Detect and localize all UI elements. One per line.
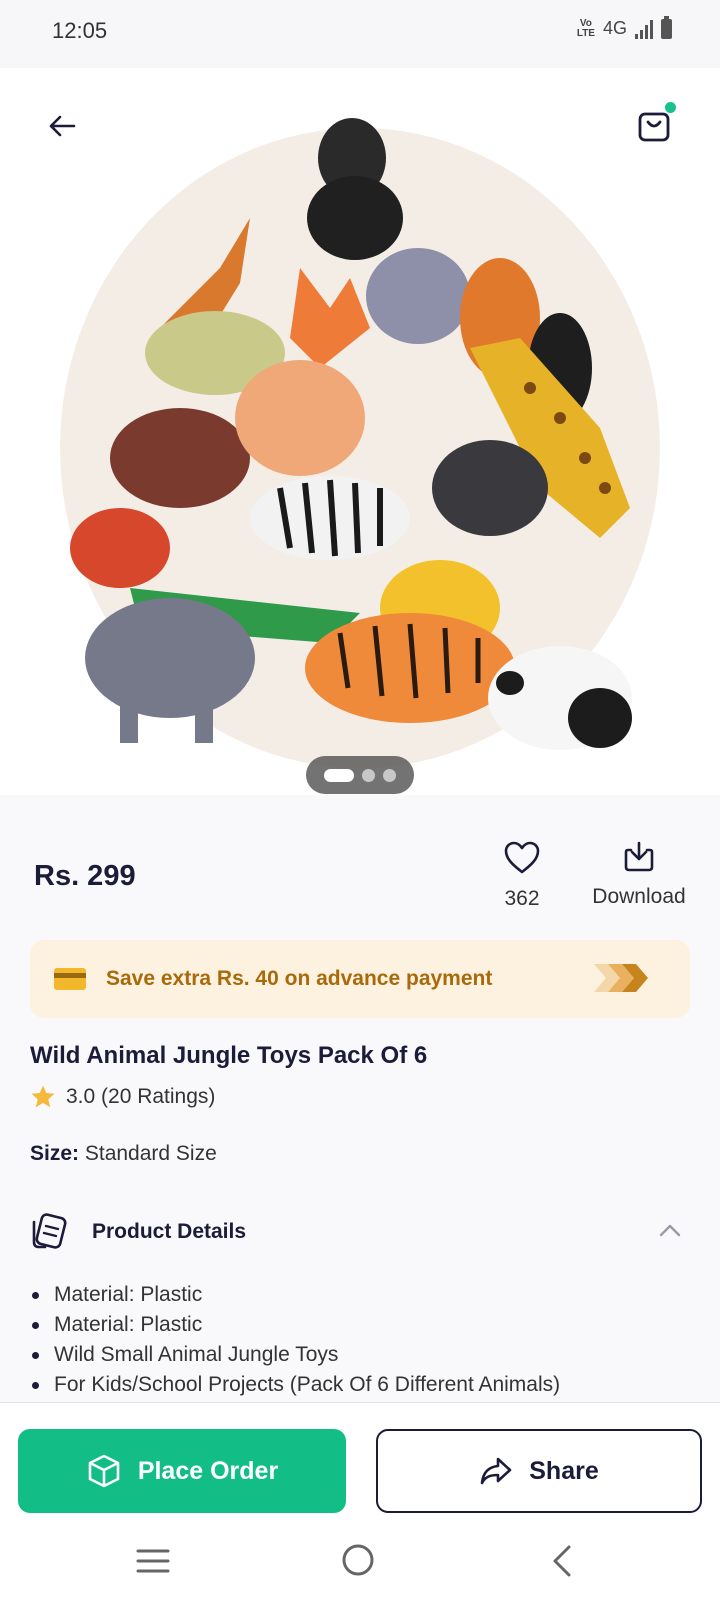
network-type: 4G xyxy=(602,18,627,38)
back-chevron-icon[interactable] xyxy=(550,1544,574,1578)
volte-icon: Vo LTE xyxy=(576,17,595,39)
wishlist-button[interactable]: 362 xyxy=(490,840,554,911)
star-icon xyxy=(31,1085,55,1108)
advance-payment-offer[interactable]: Save extra Rs. 40 on advance payment xyxy=(30,940,690,1018)
wishlist-count: 362 xyxy=(504,887,540,910)
product-price: Rs. 299 xyxy=(34,860,136,892)
product-rating[interactable]: 3.0 (20 Ratings) xyxy=(30,1084,215,1110)
list-item: For Kids/School Projects (Pack Of 6 Diff… xyxy=(30,1370,560,1400)
carousel-indicator xyxy=(306,756,414,794)
status-bar: 12:05 Vo LTE 4G xyxy=(0,0,720,68)
arrow-left-icon xyxy=(49,115,76,137)
system-nav-bar xyxy=(0,1518,720,1612)
box-icon xyxy=(88,1454,120,1488)
product-details-header[interactable]: Product Details xyxy=(30,1212,690,1256)
product-details-title: Product Details xyxy=(92,1220,247,1243)
triple-chevron-right-icon xyxy=(592,960,652,1001)
size-label: Size: xyxy=(30,1142,80,1165)
product-title: Wild Animal Jungle Toys Pack Of 6 xyxy=(30,1042,428,1069)
list-item: Material: Plastic xyxy=(30,1280,560,1310)
carousel-dot-active[interactable] xyxy=(324,768,354,782)
signal-icon xyxy=(635,19,653,39)
product-page: 12:05 Vo LTE 4G Rs. 299 362 Download Sav… xyxy=(0,0,720,1612)
share-label: Share xyxy=(529,1456,599,1485)
share-arrow-icon xyxy=(480,1457,512,1485)
cart-button[interactable] xyxy=(628,100,680,152)
rating-text: 3.0 (20 Ratings) xyxy=(66,1085,216,1108)
download-button[interactable]: Download xyxy=(582,840,696,909)
product-details-list: Material: Plastic Material: Plastic Wild… xyxy=(30,1280,560,1400)
status-time: 12:05 xyxy=(52,18,108,43)
credit-card-icon xyxy=(54,968,86,990)
status-icons: Vo LTE 4G xyxy=(576,15,672,39)
document-icon xyxy=(32,1213,67,1249)
bottom-action-bar: Place Order Share xyxy=(0,1402,720,1518)
product-image-carousel[interactable] xyxy=(0,68,720,795)
place-order-button[interactable]: Place Order xyxy=(18,1429,346,1513)
chevron-up-icon[interactable] xyxy=(658,1222,682,1238)
download-icon xyxy=(624,841,654,872)
list-item: Wild Small Animal Jungle Toys xyxy=(30,1340,560,1370)
place-order-label: Place Order xyxy=(137,1456,279,1485)
carousel-dot[interactable] xyxy=(362,768,375,782)
home-circle-icon[interactable] xyxy=(340,1542,376,1578)
cart-badge-dot xyxy=(665,102,676,113)
offer-text: Save extra Rs. 40 on advance payment xyxy=(106,967,493,990)
product-image xyxy=(0,68,720,795)
list-item: Material: Plastic xyxy=(30,1310,560,1340)
back-button[interactable] xyxy=(38,102,86,150)
share-button[interactable]: Share xyxy=(376,1429,702,1513)
download-label: Download xyxy=(592,885,686,908)
product-size: Size: Standard Size xyxy=(30,1142,217,1166)
carousel-dot[interactable] xyxy=(383,768,396,782)
heart-icon xyxy=(504,841,540,874)
recents-menu-icon[interactable] xyxy=(136,1548,170,1574)
shopping-bag-icon xyxy=(638,112,670,142)
size-value: Standard Size xyxy=(84,1142,217,1165)
battery-icon xyxy=(661,15,672,39)
